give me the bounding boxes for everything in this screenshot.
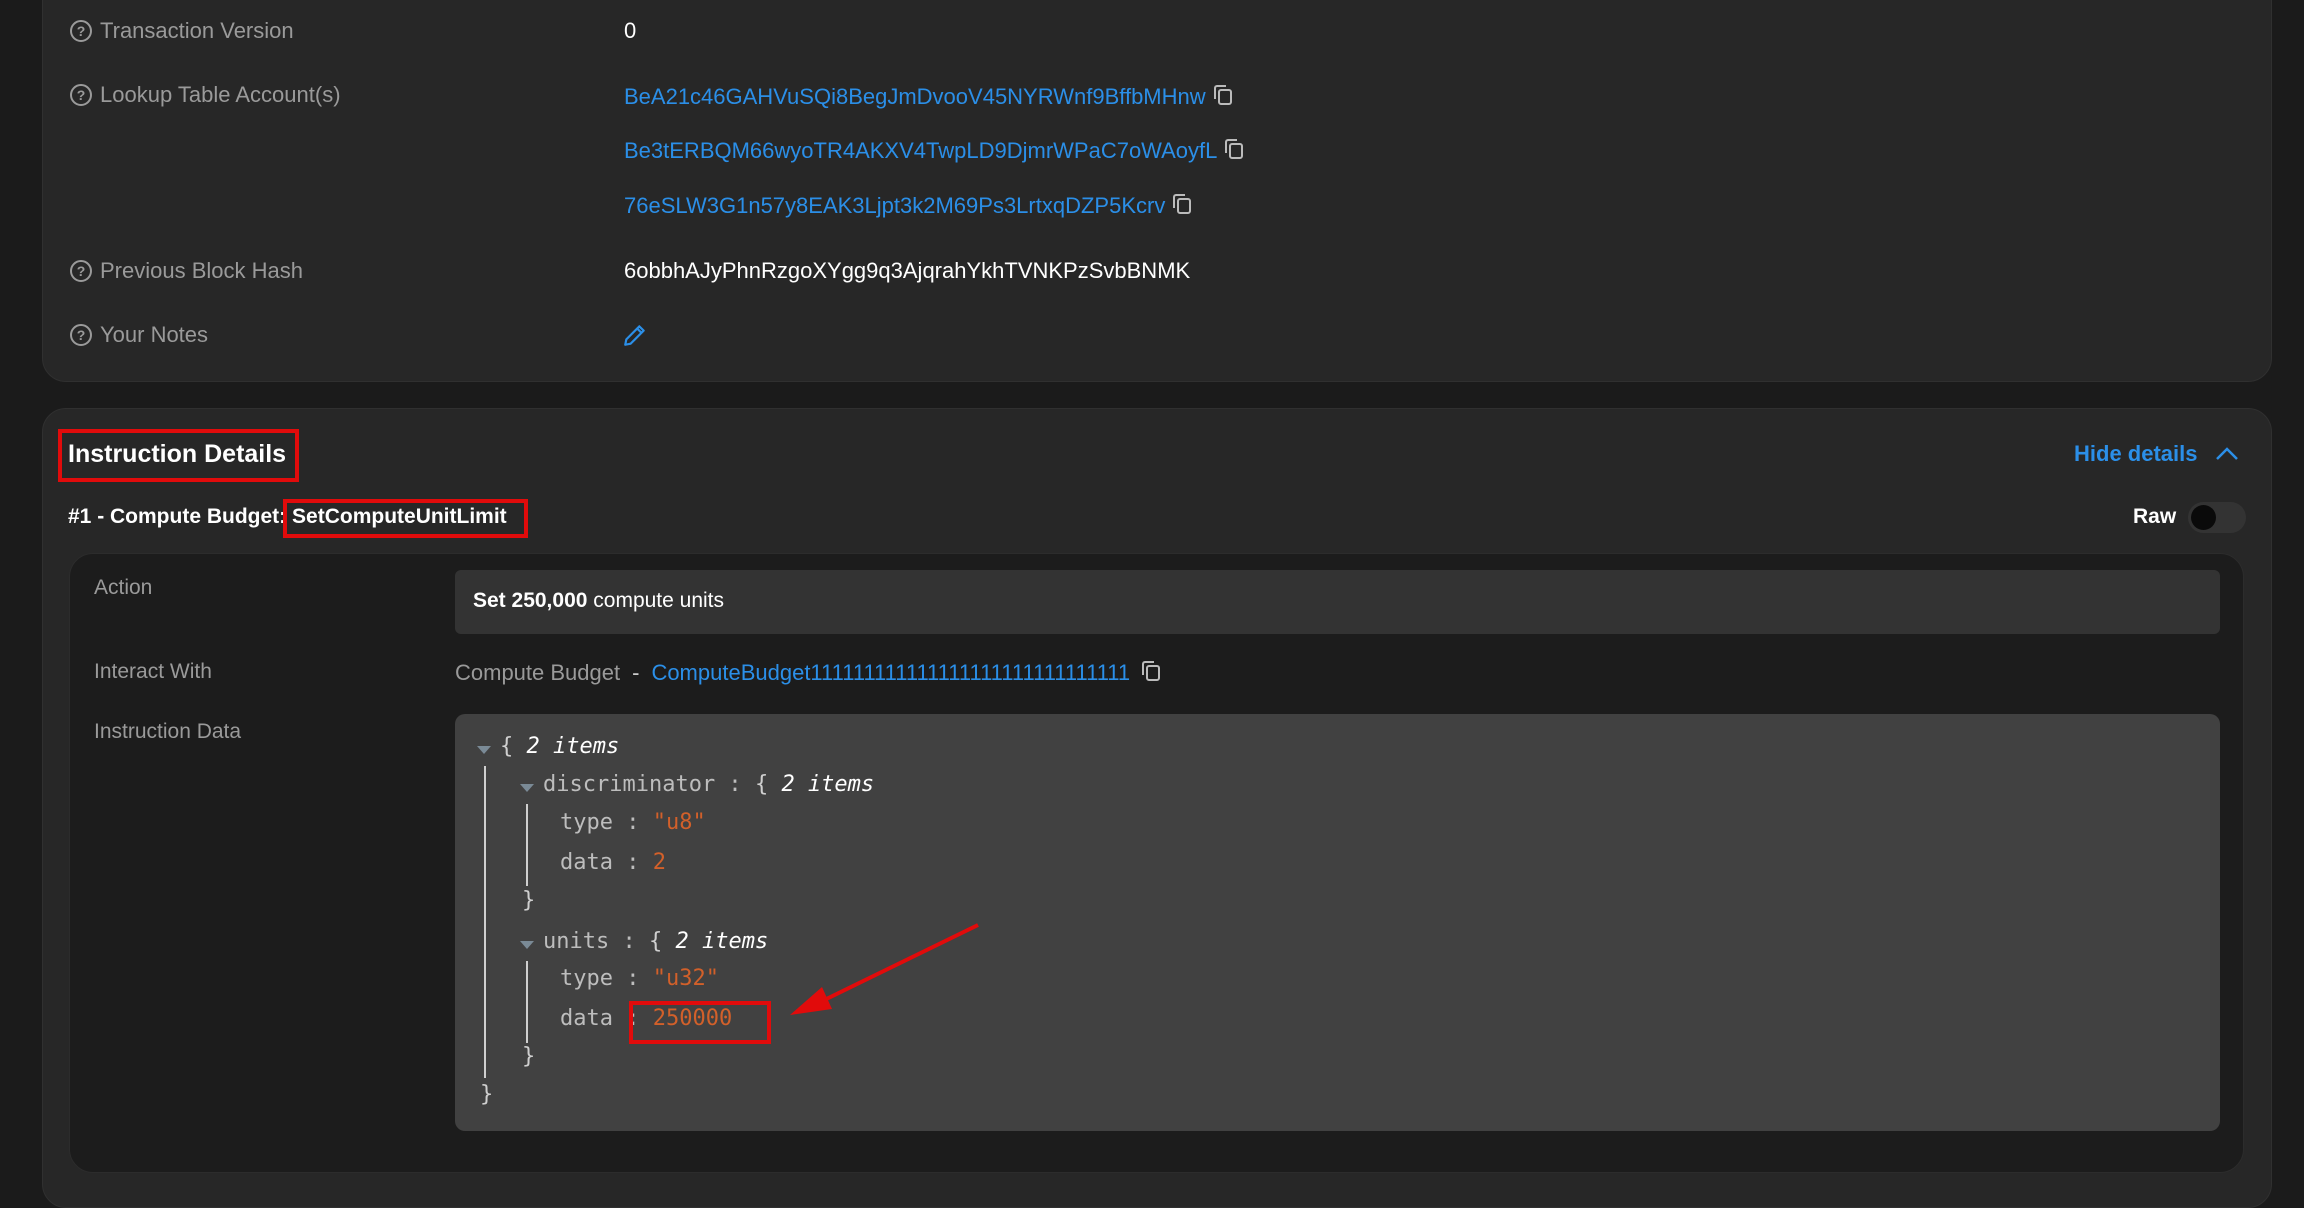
annotation-arrow [780,915,990,1025]
collapse-triangle-icon[interactable] [520,784,534,792]
annotation-box [58,429,299,482]
json-units-type: type : "u32" [560,966,719,991]
lookup-account-3: 76eSLW3G1n57y8EAK3Ljpt3k2M69Ps3LrtxqDZP5… [624,193,1191,219]
instruction-data-label: Instruction Data [94,720,241,744]
indent-line [526,804,528,886]
collapse-triangle-icon[interactable] [477,746,491,754]
notes-label: ?Your Notes [70,322,208,348]
json-brace: } [522,1044,535,1069]
json-brace: } [522,888,535,913]
help-icon[interactable]: ? [70,260,92,282]
help-icon[interactable]: ? [70,20,92,42]
json-root: { 2 items [500,734,619,759]
json-disc-data: data : 2 [560,850,666,875]
previous-block-hash-value: 6obbhAJyPhnRzgoXYgg9q3AjqrahYkhTVNKPzSvb… [624,258,1190,284]
annotation-box [283,499,528,538]
hide-details-button[interactable]: Hide details [2074,441,2197,467]
copy-icon[interactable] [1229,143,1243,159]
pencil-icon[interactable] [622,322,648,348]
json-disc-type: type : "u8" [560,810,706,835]
lookup-account-1: BeA21c46GAHVuSQi8BegJmDvooV45NYRWnf9Bffb… [624,84,1232,110]
help-icon[interactable]: ? [70,84,92,106]
json-units: units : { 2 items [543,929,768,954]
chevron-up-icon[interactable] [2214,444,2240,462]
lookup-account-2: Be3tERBQM66wyoTR4AKXV4TwpLD9DjmrWPaC7oWA… [624,138,1243,164]
action-value: Set 250,000 compute units [455,570,2220,634]
help-icon[interactable]: ? [70,324,92,346]
collapse-triangle-icon[interactable] [520,941,534,949]
action-label: Action [94,576,152,600]
lookup-account-link[interactable]: BeA21c46GAHVuSQi8BegJmDvooV45NYRWnf9Bffb… [624,84,1206,110]
lookup-account-link[interactable]: Be3tERBQM66wyoTR4AKXV4TwpLD9DjmrWPaC7oWA… [624,138,1217,164]
program-id-link[interactable]: ComputeBudget111111111111111111111111111… [651,660,1130,686]
transaction-version-value: 0 [624,18,636,44]
copy-icon[interactable] [1177,198,1191,214]
interact-with-label: Interact With [94,660,212,684]
copy-icon[interactable] [1218,89,1232,105]
raw-label: Raw [2133,505,2176,529]
lookup-table-label: ?Lookup Table Account(s) [70,82,341,108]
transaction-version-label: ?Transaction Version [70,18,294,44]
raw-toggle[interactable] [2188,502,2246,533]
indent-line [484,766,486,1078]
copy-icon[interactable] [1146,665,1160,681]
lookup-account-link[interactable]: 76eSLW3G1n57y8EAK3Ljpt3k2M69Ps3LrtxqDZP5… [624,193,1165,219]
indent-line [526,961,528,1043]
annotation-box [629,1001,771,1044]
previous-block-hash-label: ?Previous Block Hash [70,258,303,284]
transaction-details-card [42,0,2272,382]
interact-with-value: Compute Budget-ComputeBudget111111111111… [455,660,1160,686]
json-discriminator: discriminator : { 2 items [543,772,874,797]
json-brace: } [480,1082,493,1107]
